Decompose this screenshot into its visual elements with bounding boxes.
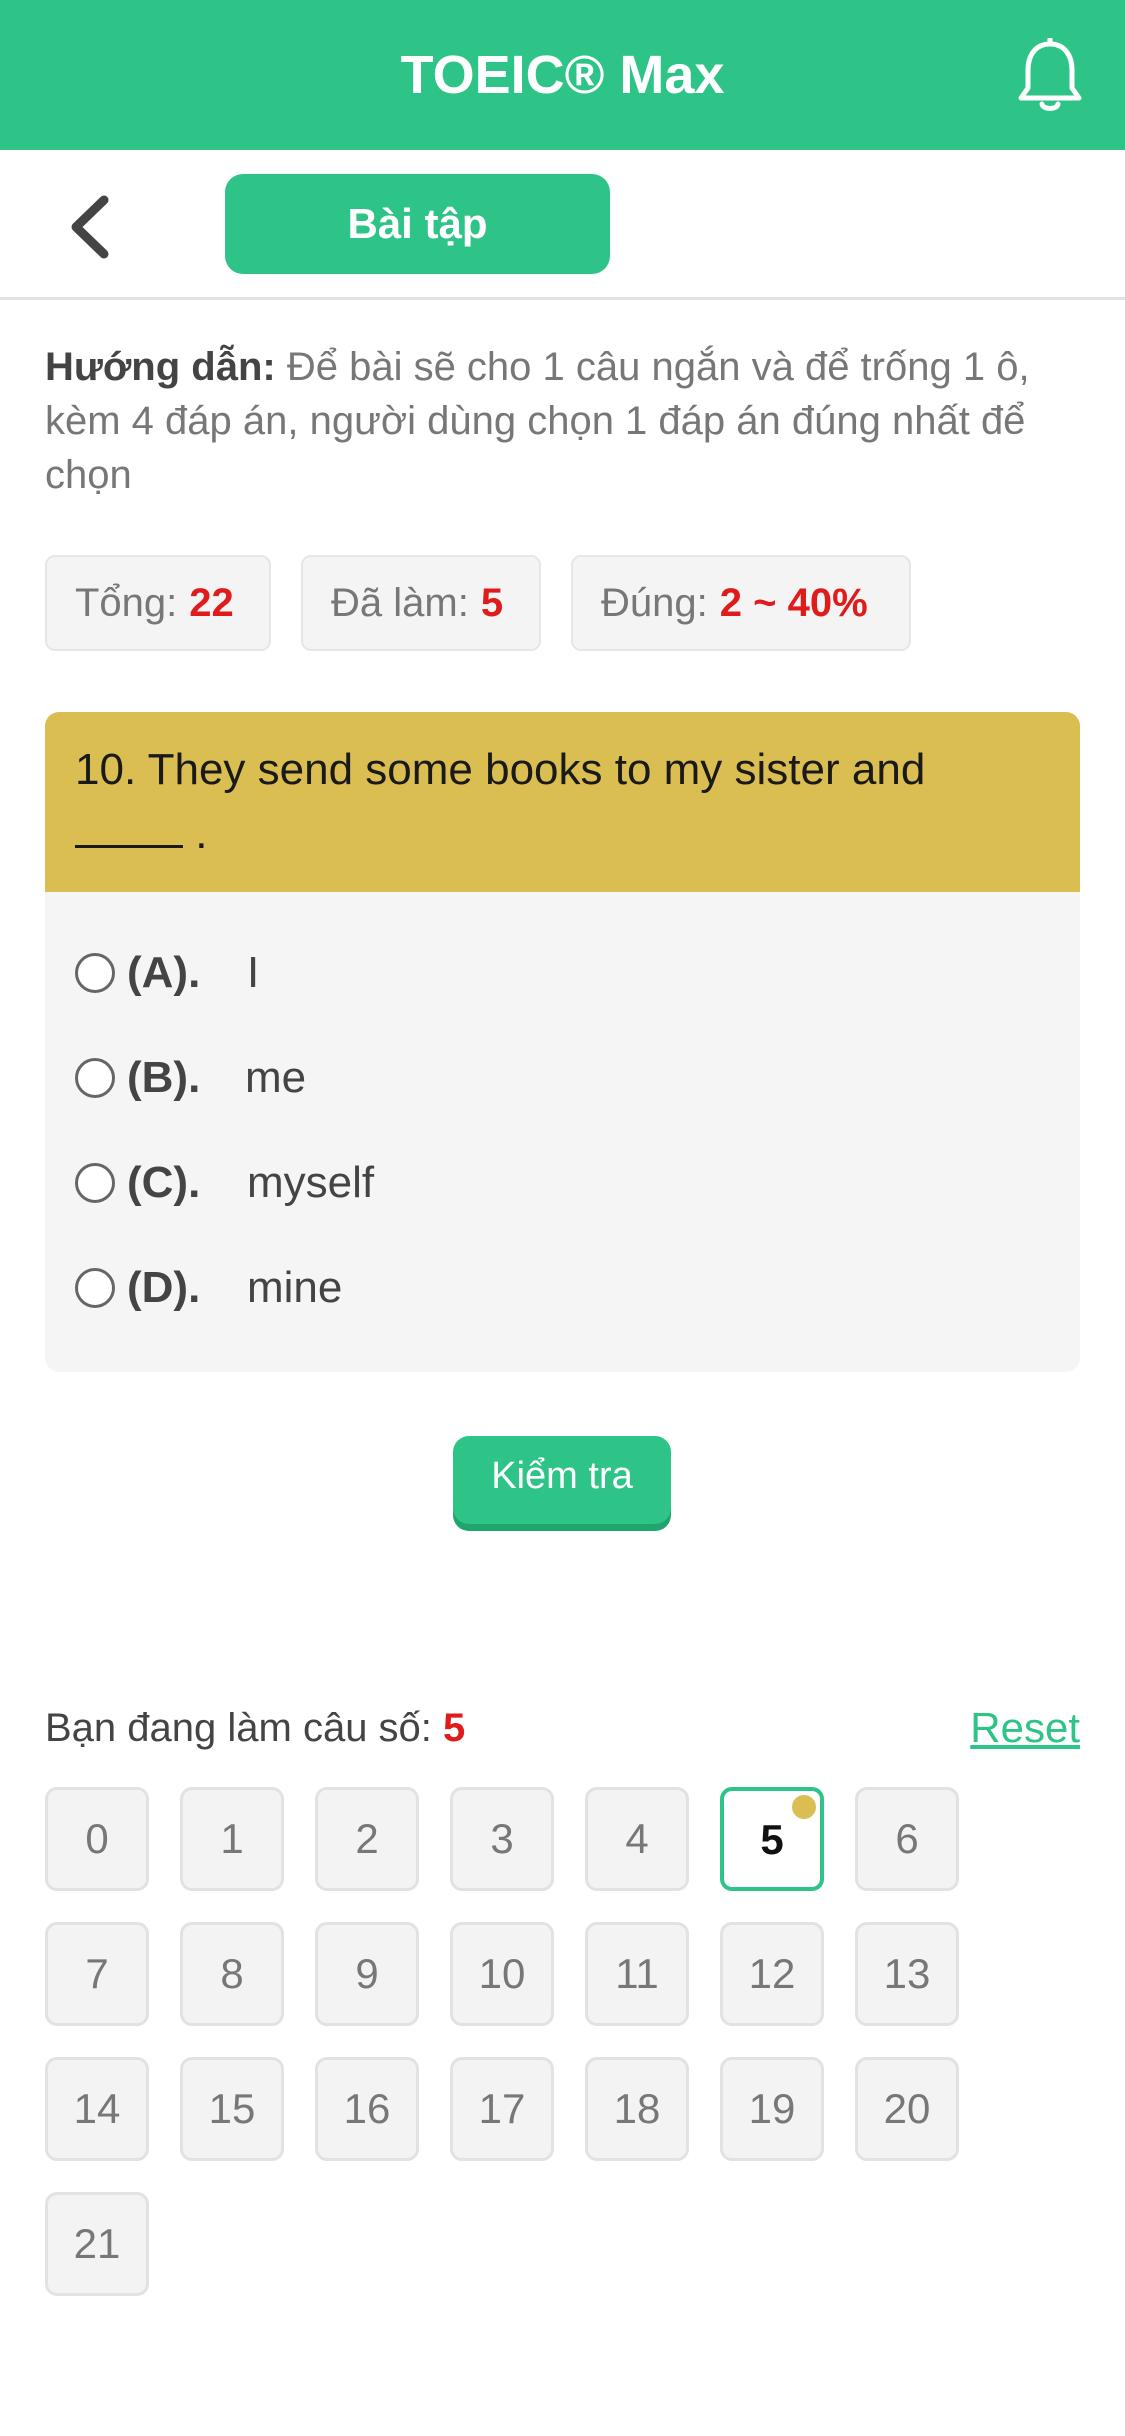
question-number-label: 5	[760, 1816, 784, 1863]
check-button[interactable]: Kiểm tra	[453, 1436, 671, 1524]
question-number-11[interactable]: 11	[585, 1922, 689, 2026]
option-b[interactable]: (B). me	[75, 1043, 1055, 1113]
question-number-label: 12	[748, 1950, 796, 1997]
stat-total-value: 22	[189, 581, 234, 625]
question-grid: 0 1 2 3 4 5 6 7 8 9 10 11 12 13 14 15 16 17 18 19 20 21	[45, 1787, 1045, 2387]
question-number-label: 9	[355, 1950, 379, 1997]
current-question-label: Bạn đang làm câu số: 5	[45, 1700, 465, 1756]
app-title: TOEIC® Max	[400, 45, 725, 105]
chevron-left-icon[interactable]	[62, 192, 122, 262]
question-number-label: 3	[490, 1815, 514, 1862]
current-marker-dot	[792, 1795, 816, 1819]
option-c-text: myself	[247, 1158, 375, 1207]
question-number-label: 16	[343, 2085, 391, 2132]
option-d-letter: (D).	[127, 1263, 201, 1312]
sub-header: Bài tập	[0, 150, 1125, 300]
stat-total-label: Tổng:	[75, 581, 178, 625]
question-number-2[interactable]: 2	[315, 1787, 419, 1891]
question-number-13[interactable]: 13	[855, 1922, 959, 2026]
question-number-4[interactable]: 4	[585, 1787, 689, 1891]
question-number-label: 6	[895, 1815, 919, 1862]
question-number-label: 1	[220, 1815, 244, 1862]
question-number-16[interactable]: 16	[315, 2057, 419, 2161]
question-number-9[interactable]: 9	[315, 1922, 419, 2026]
question-number-label: 11	[615, 1950, 659, 1997]
question-number-label: 4	[625, 1815, 649, 1862]
question-number-3[interactable]: 3	[450, 1787, 554, 1891]
question-number-label: 10	[478, 1950, 526, 1997]
question-number-14[interactable]: 14	[45, 2057, 149, 2161]
question-number-19[interactable]: 19	[720, 2057, 824, 2161]
stat-done-label: Đã làm:	[331, 581, 469, 625]
question-number-8[interactable]: 8	[180, 1922, 284, 2026]
option-c[interactable]: (C). myself	[75, 1148, 1055, 1218]
option-d[interactable]: (D). mine	[75, 1253, 1055, 1323]
stat-total: Tổng: 22	[45, 555, 271, 651]
option-a[interactable]: (A). I	[75, 938, 1055, 1008]
radio-c[interactable]	[75, 1163, 115, 1203]
question-number-label: 15	[208, 2085, 256, 2132]
radio-b[interactable]	[75, 1058, 115, 1098]
question-number-label: 0	[85, 1815, 109, 1862]
question-number-label: 13	[883, 1950, 931, 1997]
current-question-number: 5	[443, 1706, 466, 1750]
option-a-text: I	[247, 948, 260, 997]
reset-link[interactable]: Reset	[970, 1700, 1080, 1756]
radio-a[interactable]	[75, 953, 115, 993]
tab-bai-tap[interactable]: Bài tập	[225, 174, 610, 274]
question-number-18[interactable]: 18	[585, 2057, 689, 2161]
question-number-7[interactable]: 7	[45, 1922, 149, 2026]
question-number-15[interactable]: 15	[180, 2057, 284, 2161]
question-number-10[interactable]: 10	[450, 1922, 554, 2026]
question-number-label: 19	[748, 2085, 796, 2132]
question-number-12[interactable]: 12	[720, 1922, 824, 2026]
radio-d[interactable]	[75, 1268, 115, 1308]
question-text: 10. They send some books to my sister an…	[45, 712, 1080, 892]
question-number-1[interactable]: 1	[180, 1787, 284, 1891]
question-number-label: 20	[883, 2085, 931, 2132]
option-c-letter: (C).	[127, 1158, 201, 1207]
app-header: TOEIC® Max	[0, 0, 1125, 150]
question-number-label: 18	[613, 2085, 661, 2132]
question-number-label: 8	[220, 1950, 244, 1997]
question-number-label: 17	[478, 2085, 526, 2132]
stat-correct: Đúng: 2 ~ 40%	[571, 555, 911, 651]
bell-icon[interactable]	[1015, 38, 1085, 114]
option-d-text: mine	[247, 1263, 343, 1312]
question-number-label: 14	[73, 2085, 121, 2132]
option-b-letter: (B).	[127, 1053, 201, 1102]
instructions-label: Hướng dẫn:	[45, 345, 276, 389]
question-card: 10. They send some books to my sister an…	[45, 712, 1080, 1372]
option-b-text: me	[245, 1053, 307, 1102]
question-number-0[interactable]: 0	[45, 1787, 149, 1891]
question-number-label: 2	[355, 1815, 379, 1862]
stat-done: Đã làm: 5	[301, 555, 541, 651]
stat-done-value: 5	[480, 581, 504, 625]
stat-correct-value: 2 ~ 40%	[719, 581, 868, 625]
question-number-5[interactable]: 5	[720, 1787, 824, 1891]
current-question-text: Bạn đang làm câu số:	[45, 1706, 432, 1750]
stat-correct-label: Đúng:	[601, 581, 708, 625]
question-suffix: .	[195, 809, 208, 858]
instructions: Hướng dẫn: Để bài sẽ cho 1 câu ngắn và đ…	[45, 340, 1085, 502]
question-number-label: 7	[85, 1950, 109, 1997]
question-stem: 10. They send some books to my sister an…	[75, 745, 926, 794]
question-number-20[interactable]: 20	[855, 2057, 959, 2161]
option-a-letter: (A).	[127, 948, 201, 997]
answer-blank	[75, 805, 183, 848]
question-number-label: 21	[73, 2220, 121, 2267]
question-number-6[interactable]: 6	[855, 1787, 959, 1891]
question-number-17[interactable]: 17	[450, 2057, 554, 2161]
question-number-21[interactable]: 21	[45, 2192, 149, 2296]
